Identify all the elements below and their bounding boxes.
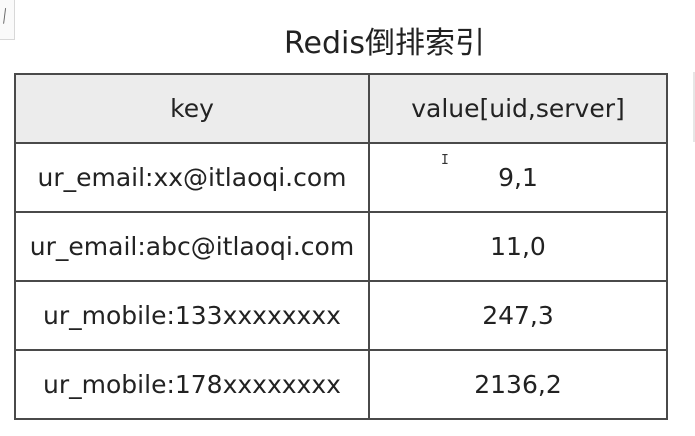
page-title: Redis倒排索引: [284, 26, 485, 61]
cell-value: 9,1: [368, 142, 668, 213]
header-value: value[uid,server]: [368, 73, 668, 144]
table-header-row: key value[uid,server]: [14, 73, 668, 144]
cell-value: 247,3: [368, 280, 668, 351]
slide-page: ╱ Redis倒排索引 key value[uid,server] ur_ema…: [0, 0, 695, 436]
redis-index-table: key value[uid,server] ur_email:xx@itlaoq…: [14, 73, 668, 420]
text-cursor-icon: I: [441, 153, 449, 168]
table-row: ur_mobile:133xxxxxxxx 247,3: [14, 280, 668, 351]
table-row: ur_email:abc@itlaoqi.com 11,0: [14, 211, 668, 282]
cell-key: ur_mobile:133xxxxxxxx: [14, 280, 370, 351]
cell-key: ur_email:xx@itlaoqi.com: [14, 142, 370, 213]
header-key: key: [14, 73, 370, 144]
table-row: ur_mobile:178xxxxxxxx 2136,2: [14, 349, 668, 420]
cell-key: ur_mobile:178xxxxxxxx: [14, 349, 370, 420]
cell-value: 2136,2: [368, 349, 668, 420]
cell-value: 11,0: [368, 211, 668, 282]
table-row: ur_email:xx@itlaoqi.com 9,1: [14, 142, 668, 213]
cell-key: ur_email:abc@itlaoqi.com: [14, 211, 370, 282]
title-container: Redis倒排索引: [0, 18, 695, 62]
